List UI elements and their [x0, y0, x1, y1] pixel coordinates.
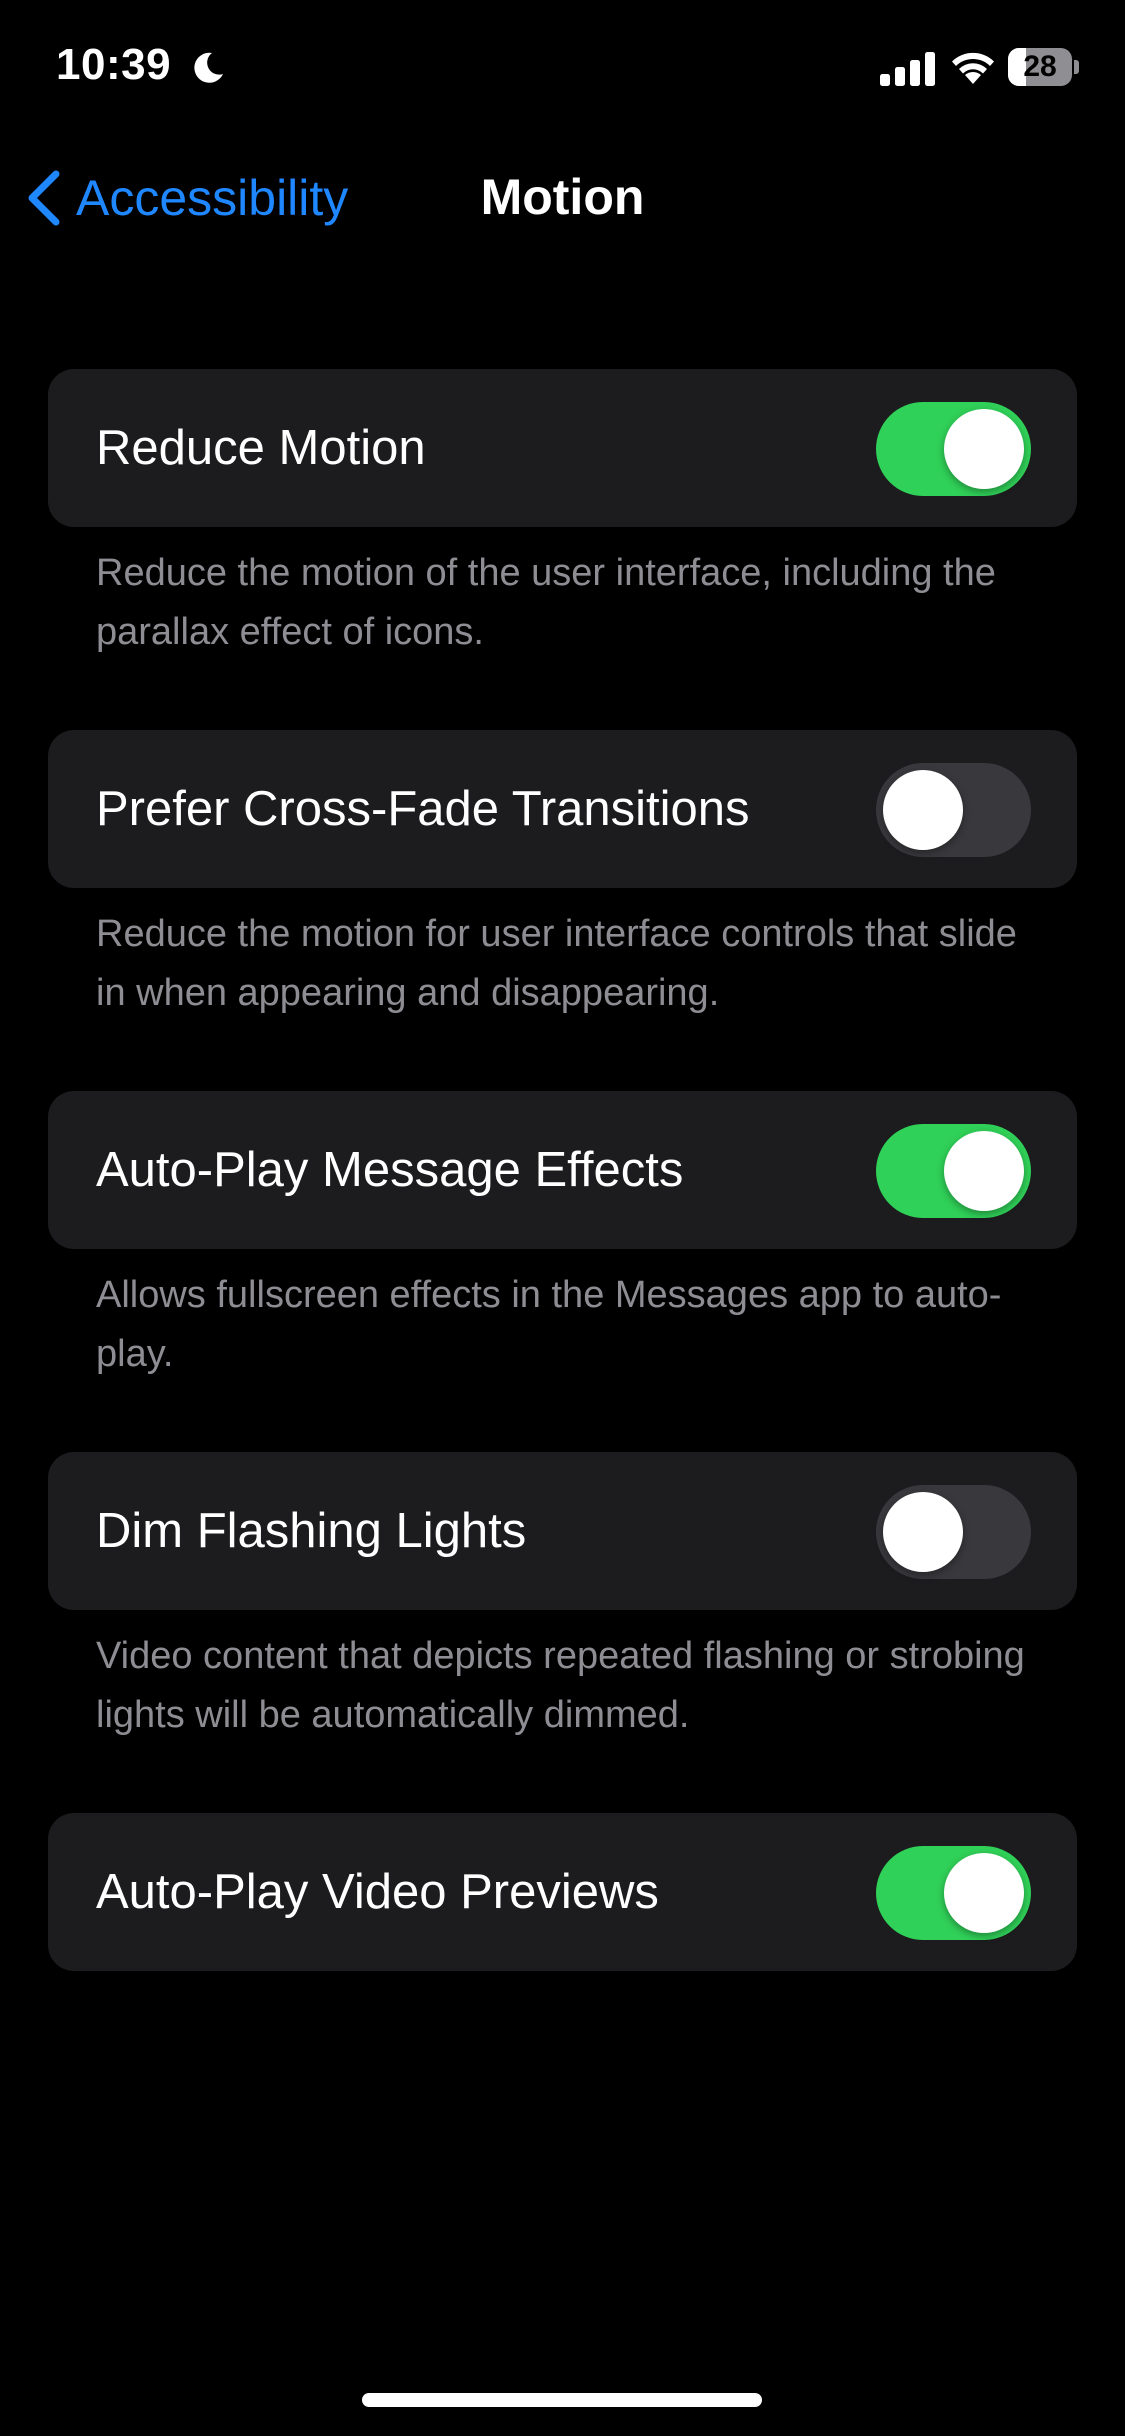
setting-footer: Reduce the motion for user interface con… — [96, 913, 1017, 1014]
status-bar: 10:39 28 — [0, 0, 1125, 140]
setting-footer: Allows fullscreen effects in the Message… — [96, 1274, 1002, 1375]
battery-cap — [1074, 60, 1079, 74]
setting-label: Reduce Motion — [96, 421, 426, 475]
setting-footer: Reduce the motion of the user interface,… — [96, 552, 996, 653]
toggle-knob — [944, 1853, 1024, 1933]
status-time: 10:39 — [56, 40, 172, 89]
battery-body: 28 — [1008, 48, 1072, 86]
toggle-knob — [944, 409, 1024, 489]
toggle-knob — [944, 1131, 1024, 1211]
dim-flashing-lights-toggle[interactable] — [876, 1485, 1031, 1579]
setting-row-auto-play-message-effects: Auto-Play Message Effects — [48, 1091, 1077, 1249]
battery-indicator: 28 — [1008, 48, 1079, 86]
setting-label: Dim Flashing Lights — [96, 1504, 527, 1558]
reduce-motion-toggle[interactable] — [876, 402, 1031, 496]
toggle-knob — [883, 770, 963, 850]
page-title-text: Motion — [480, 169, 645, 225]
setting-label: Auto-Play Message Effects — [96, 1143, 684, 1197]
setting-row-auto-play-video-previews: Auto-Play Video Previews — [48, 1813, 1077, 1971]
setting-label: Prefer Cross-Fade Transitions — [96, 782, 750, 836]
toggle-knob — [883, 1492, 963, 1572]
setting-row-dim-flashing-lights: Dim Flashing Lights — [48, 1452, 1077, 1610]
setting-footer: Video content that depicts repeated flas… — [96, 1635, 1025, 1736]
auto-play-message-effects-toggle[interactable] — [876, 1124, 1031, 1218]
home-indicator[interactable] — [362, 2393, 762, 2407]
setting-row-reduce-motion: Reduce Motion — [48, 369, 1077, 527]
setting-row-prefer-cross-fade-transitions: Prefer Cross-Fade Transitions — [48, 730, 1077, 888]
battery-level: 28 — [1023, 50, 1057, 83]
cellular-signal-icon — [880, 52, 935, 86]
wifi-icon — [952, 52, 994, 84]
auto-play-video-previews-toggle[interactable] — [876, 1846, 1031, 1940]
prefer-cross-fade-transitions-toggle[interactable] — [876, 763, 1031, 857]
moon-icon — [194, 52, 223, 83]
page-title: Motion — [0, 168, 1125, 226]
setting-label: Auto-Play Video Previews — [96, 1865, 659, 1919]
